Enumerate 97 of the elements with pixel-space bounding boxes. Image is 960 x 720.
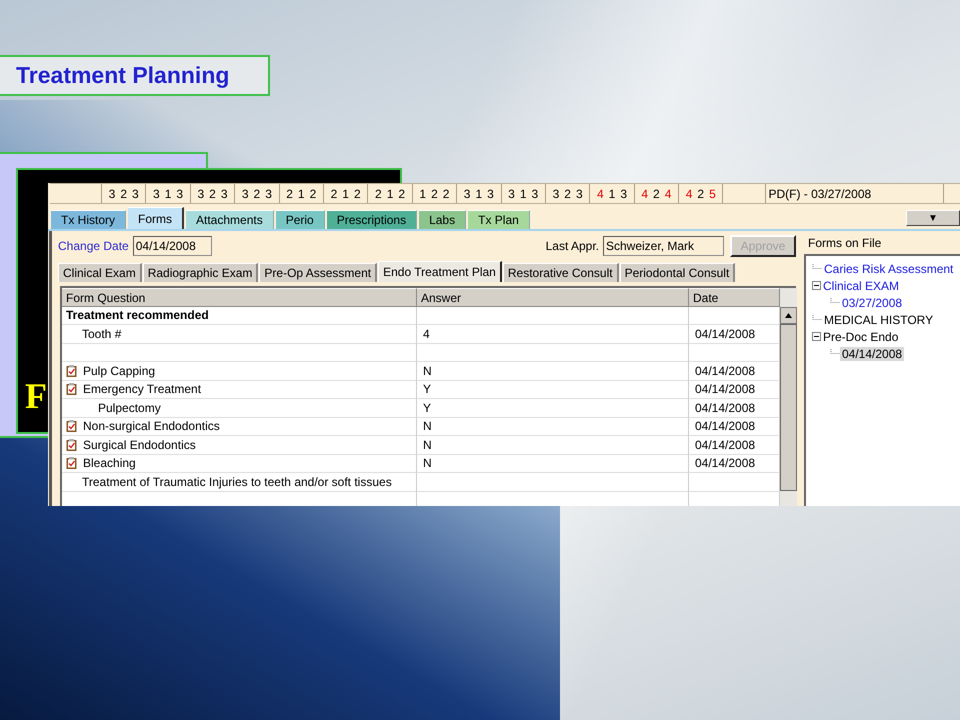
collapse-icon[interactable] (812, 332, 821, 341)
tooth-digit: 2 (398, 186, 406, 200)
column-header[interactable]: Answer (417, 288, 689, 307)
tab[interactable]: Labs (419, 210, 466, 229)
table-cell: Y (417, 380, 689, 399)
tooth-digit: 1 (298, 186, 305, 200)
tree-item[interactable]: 03/27/2008 (840, 296, 904, 310)
tooth-digit: 3 (576, 186, 583, 200)
tooth-digit: 1 (164, 186, 172, 200)
tooth-digit: 2 (120, 186, 128, 200)
tooth-digit: 3 (265, 186, 272, 200)
tree-item[interactable]: Clinical EXAM (821, 278, 902, 292)
table-cell: N (417, 418, 689, 436)
tab[interactable]: Perio (276, 210, 325, 229)
tree-item[interactable]: Pre-Doc Endo (821, 330, 900, 344)
tooth-digit: 4 (596, 186, 604, 200)
tooth-digit: 2 (564, 186, 571, 200)
approver-field[interactable]: Schweizer, Mark (603, 236, 724, 256)
tooth-digit: 2 (286, 186, 293, 200)
column-header[interactable]: Form Question (62, 288, 417, 307)
tooth-digit: 3 (532, 186, 538, 200)
tooth-digit: 4 (686, 186, 692, 200)
form-tab[interactable]: Pre-Op Assessment (259, 263, 378, 282)
question-text: Emergency Treatment (83, 382, 202, 396)
table-cell: 4 (417, 325, 689, 344)
tooth-digit: 5 (709, 186, 716, 200)
tooth-digit: 3 (108, 186, 116, 200)
dropdown-button[interactable]: ▼ (906, 210, 960, 226)
tooth-digit: 1 (475, 186, 482, 200)
tooth-digit: 2 (330, 186, 338, 200)
tab[interactable]: Prescriptions (326, 210, 418, 229)
chart-summary: PD(F) - 03/27/2008 (766, 184, 944, 203)
clipboard-icon (66, 457, 77, 470)
tree-item[interactable]: MEDICAL HISTORY (822, 312, 936, 326)
form-tab[interactable]: Clinical Exam (58, 263, 142, 282)
tooth-digit: 3 (620, 186, 628, 200)
collapse-icon[interactable] (812, 281, 821, 290)
form-tab[interactable]: Radiographic Exam (142, 263, 258, 282)
tab[interactable]: Attachments (186, 210, 274, 229)
clipboard-icon (66, 438, 77, 451)
tooth-digit: 1 (386, 186, 394, 200)
slide-title: Treatment Planning (0, 55, 270, 96)
tooth-digit: 3 (508, 186, 515, 200)
tooth-digit: 3 (132, 186, 139, 200)
scrollbar[interactable] (780, 288, 797, 506)
question-text: Treatment of Traumatic Injuries to teeth and/or soft tissues (62, 473, 417, 492)
tooth-digit: 2 (310, 186, 316, 200)
question-text: Bleaching (83, 456, 136, 470)
question-text: Surgical Endodontics (83, 438, 196, 452)
tab[interactable]: Forms (128, 207, 184, 229)
tree-item[interactable]: Caries Risk Assessment (822, 262, 956, 276)
slide-letter: F (25, 378, 47, 414)
table-cell: N (417, 362, 689, 380)
question-text: Pulpectomy (62, 399, 417, 418)
clipboard-icon (66, 420, 77, 432)
tooth-digit: 2 (209, 186, 216, 200)
tooth-digit: 2 (431, 186, 438, 200)
tooth-digit: 2 (442, 186, 450, 200)
tooth-digit: 4 (664, 186, 672, 200)
tooth-digit: 3 (242, 186, 249, 200)
tooth-digit: 3 (487, 186, 494, 200)
tooth-digit: 3 (153, 186, 160, 200)
row-heading: Treatment recommended (62, 306, 417, 325)
column-header[interactable]: Date (689, 288, 780, 307)
tooth-digit: 3 (552, 186, 560, 200)
form-tab[interactable]: Restorative Consult (502, 263, 619, 282)
last-appr-label: Last Appr. (546, 239, 599, 253)
table-cell: Y (417, 399, 689, 418)
tooth-digit: 2 (375, 186, 382, 200)
table-cell: N (417, 436, 689, 454)
tree-item[interactable]: 04/14/2008 (840, 346, 904, 360)
tooth-digit: 2 (254, 186, 260, 200)
tooth-digit: 3 (464, 186, 470, 200)
tooth-digit: 3 (197, 186, 204, 200)
tooth-digit: 1 (608, 186, 616, 200)
question-text: Non-surgical Endodontics (83, 419, 220, 434)
question-text: Tooth # (62, 325, 417, 344)
tooth-digit: 2 (697, 186, 704, 200)
tooth-digit: 2 (653, 186, 660, 200)
tab[interactable]: Tx Plan (468, 210, 530, 229)
tooth-digit: 1 (520, 186, 527, 200)
date-field[interactable]: 04/14/2008 (132, 236, 212, 256)
table-cell: N (417, 454, 689, 473)
question-text: Pulp Capping (83, 364, 156, 378)
tooth-digit: 1 (342, 186, 349, 200)
change-date-label: Change Date (58, 239, 129, 253)
clipboard-icon (66, 383, 77, 396)
clipboard-icon (66, 364, 77, 377)
tooth-digit: 2 (354, 186, 361, 200)
form-tab[interactable]: Endo Treatment Plan (378, 261, 502, 282)
form-tab[interactable]: Periodontal Consult (620, 263, 736, 282)
tooth-digit: 3 (220, 186, 228, 200)
panel-title: Forms on File (807, 236, 882, 252)
tooth-digit: 3 (176, 186, 184, 200)
tab[interactable]: Tx History (51, 210, 126, 229)
tooth-digit: 1 (419, 186, 426, 200)
tooth-digit: 4 (641, 186, 648, 200)
